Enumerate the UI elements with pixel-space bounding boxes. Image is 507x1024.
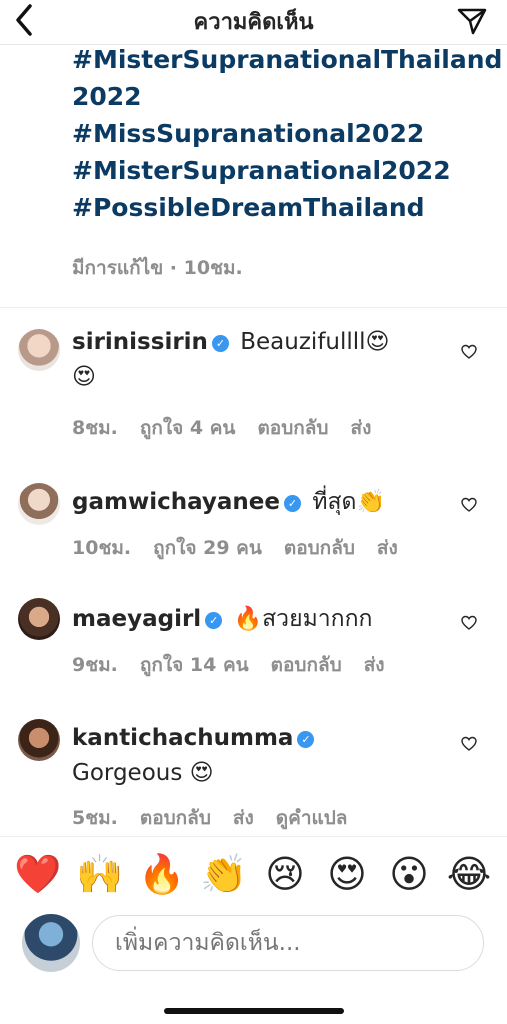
comment-meta: 10ชม. ถูกใจ 29 คน ตอบกลับ ส่ง [72,533,420,563]
send-icon[interactable] [457,6,487,36]
comment-text: Gorgeous 😍 [72,760,214,786]
comment-text-line2: 😍 [72,364,96,390]
crying-emoji-button[interactable]: 😢 [262,851,308,897]
comment-text: ที่สุด👏 [312,489,386,515]
emoji-reaction-bar: ❤️ 🙌 🔥 👏 😢 😍 😮 😂 [0,836,507,907]
comment-body: gamwichayanee ✓ ที่สุด👏 [72,485,457,520]
divider [0,307,507,308]
send-button[interactable]: ส่ง [233,807,254,829]
fire-emoji-button[interactable]: 🔥 [138,851,185,897]
heart-emoji-button[interactable]: ❤️ [14,851,61,897]
like-heart-icon[interactable] [461,736,477,752]
page-title: ความคิดเห็น [193,10,314,35]
laughing-emoji-button[interactable]: 😂 [446,851,492,897]
hashtag-link[interactable]: #PossibleDreamThailand [72,189,502,226]
comment-username[interactable]: maeyagirl [72,606,201,632]
verified-badge-icon: ✓ [205,612,223,629]
my-avatar [22,914,80,972]
comment-likes-link[interactable]: ถูกใจ 29 คน [153,537,262,559]
comment-text: Beauzifullll😍 [240,329,390,355]
verified-badge-icon: ✓ [284,495,301,512]
caption-edited-time: มีการแก้ไข · 10ชม. [72,257,243,279]
comment-input[interactable] [92,915,484,971]
comment-time: 10ชม. [72,537,132,559]
heart-eyes-emoji-button[interactable]: 😍 [324,851,370,897]
comment-text: 🔥สวยมากกก [233,606,373,632]
translate-link[interactable]: ดูคำแปล [276,807,348,829]
comment-body: maeyagirl ✓ 🔥สวยมากกก [72,602,457,637]
comment-meta: 5ชม. ตอบกลับ ส่ง ดูคำแปล [72,803,369,833]
comment-username[interactable]: kantichachumma [72,725,293,751]
raising-hands-emoji-button[interactable]: 🙌 [76,851,123,897]
comment-time: 8ชม. [72,417,118,439]
like-heart-icon[interactable] [461,497,477,513]
comment-username[interactable]: sirinissirin [72,329,208,355]
comment-username[interactable]: gamwichayanee [72,489,280,515]
comment-meta: 9ชม. ถูกใจ 14 คน ตอบกลับ ส่ง [72,650,407,680]
comment-meta: 8ชม. ถูกใจ 4 คน ตอบกลับ ส่ง [72,413,393,443]
comment-likes-link[interactable]: ถูกใจ 14 คน [140,654,249,676]
avatar[interactable] [18,329,60,371]
comment-time: 9ชม. [72,654,118,676]
comment-time: 5ชม. [72,807,118,829]
reply-button[interactable]: ตอบกลับ [271,654,342,676]
comment-likes-link[interactable]: ถูกใจ 4 คน [140,417,236,439]
avatar[interactable] [18,719,60,761]
avatar[interactable] [18,483,60,525]
comment-body: kantichachumma ✓ Gorgeous 😍 [72,721,457,791]
comments-list[interactable]: #MisterSupranationalThailand 2022 #MissS… [0,45,507,835]
send-button[interactable]: ส่ง [364,654,385,676]
hashtag-link[interactable]: #MissSupranational2022 [72,115,502,152]
surprised-emoji-button[interactable]: 😮 [386,851,432,897]
send-button[interactable]: ส่ง [377,537,398,559]
hashtag-link[interactable]: #MisterSupranationalThailand [72,45,502,78]
clapping-emoji-button[interactable]: 👏 [200,851,247,897]
reply-button[interactable]: ตอบกลับ [284,537,355,559]
like-heart-icon[interactable] [461,344,477,360]
home-indicator[interactable] [164,1008,344,1014]
comment-body: sirinissirin ✓ Beauzifullll😍 😍 [72,325,457,395]
avatar[interactable] [18,598,60,640]
send-button[interactable]: ส่ง [350,417,371,439]
hashtag-link[interactable]: 2022 [72,78,502,115]
post-caption: #MisterSupranationalThailand 2022 #MissS… [72,45,502,226]
reply-button[interactable]: ตอบกลับ [140,807,211,829]
hashtag-link[interactable]: #MisterSupranational2022 [72,152,502,189]
like-heart-icon[interactable] [461,615,477,631]
header-bar: ความคิดเห็น [0,0,507,45]
verified-badge-icon: ✓ [211,335,229,352]
verified-badge-icon: ✓ [297,731,315,748]
reply-button[interactable]: ตอบกลับ [257,417,328,439]
